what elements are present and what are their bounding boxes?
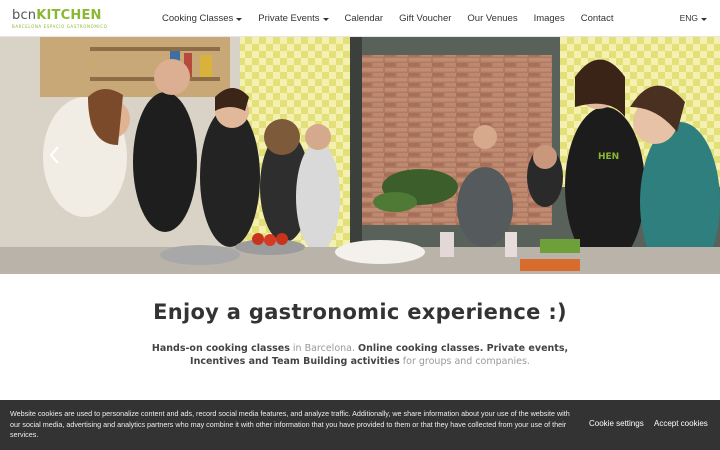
nav-label: Cooking Classes bbox=[162, 13, 234, 24]
intro-bold-1: Hands-on cooking classes bbox=[151, 343, 290, 354]
nav-cooking-classes[interactable]: Cooking Classes bbox=[162, 13, 243, 24]
hero-image: HEN bbox=[0, 37, 720, 274]
logo-tagline: BARCELONA ESPACIO GASTRONÓMICO bbox=[12, 24, 108, 29]
logo-wordmark: bcnKITCHEN bbox=[12, 9, 107, 22]
cookie-settings-button[interactable]: Cookie settings bbox=[589, 419, 644, 428]
nav-private-events[interactable]: Private Events bbox=[258, 13, 329, 24]
page-headline: Enjoy a gastronomic experience :) bbox=[153, 300, 567, 324]
caret-down-icon bbox=[322, 18, 329, 21]
nav-our-venues[interactable]: Our Venues bbox=[467, 13, 517, 24]
main-nav: Cooking Classes Private Events Calendar … bbox=[162, 0, 629, 37]
apron-text: HEN bbox=[598, 152, 619, 162]
nav-label: Gift Voucher bbox=[399, 13, 452, 24]
hero-photo: HEN bbox=[0, 37, 720, 274]
nav-gift-voucher[interactable]: Gift Voucher bbox=[399, 13, 451, 24]
intro-text-2: in Barcelona. bbox=[289, 343, 359, 354]
accept-cookies-button[interactable]: Accept cookies bbox=[654, 419, 708, 428]
nav-label: Private Events bbox=[258, 13, 320, 24]
nav-contact[interactable]: Contact bbox=[581, 13, 614, 24]
cookie-banner: Website cookies are used to personalize … bbox=[0, 400, 720, 450]
logo-prefix: bcn bbox=[12, 8, 37, 23]
nav-images[interactable]: Images bbox=[534, 13, 565, 24]
cookie-message: Website cookies are used to personalize … bbox=[10, 409, 570, 439]
nav-label: Calendar bbox=[344, 13, 384, 24]
brand-logo[interactable]: bcnKITCHEN BARCELONA ESPACIO GASTRONÓMIC… bbox=[12, 9, 107, 29]
intro-text: Hands-on cooking classes in Barcelona. O… bbox=[150, 342, 570, 368]
chevron-left-icon[interactable] bbox=[48, 145, 62, 165]
nav-label: Our Venues bbox=[467, 13, 518, 24]
caret-down-icon bbox=[701, 17, 707, 21]
nav-label: Contact bbox=[580, 13, 614, 24]
logo-main-text: KITCHEN bbox=[36, 8, 102, 23]
caret-down-icon bbox=[236, 18, 243, 21]
language-label: ENG bbox=[679, 13, 698, 23]
intro-text-4: for groups and companies. bbox=[399, 356, 530, 367]
nav-calendar[interactable]: Calendar bbox=[345, 13, 384, 24]
site-header: bcnKITCHEN BARCELONA ESPACIO GASTRONÓMIC… bbox=[0, 0, 720, 37]
language-selector[interactable]: ENG bbox=[680, 13, 707, 23]
nav-label: Images bbox=[533, 13, 565, 24]
